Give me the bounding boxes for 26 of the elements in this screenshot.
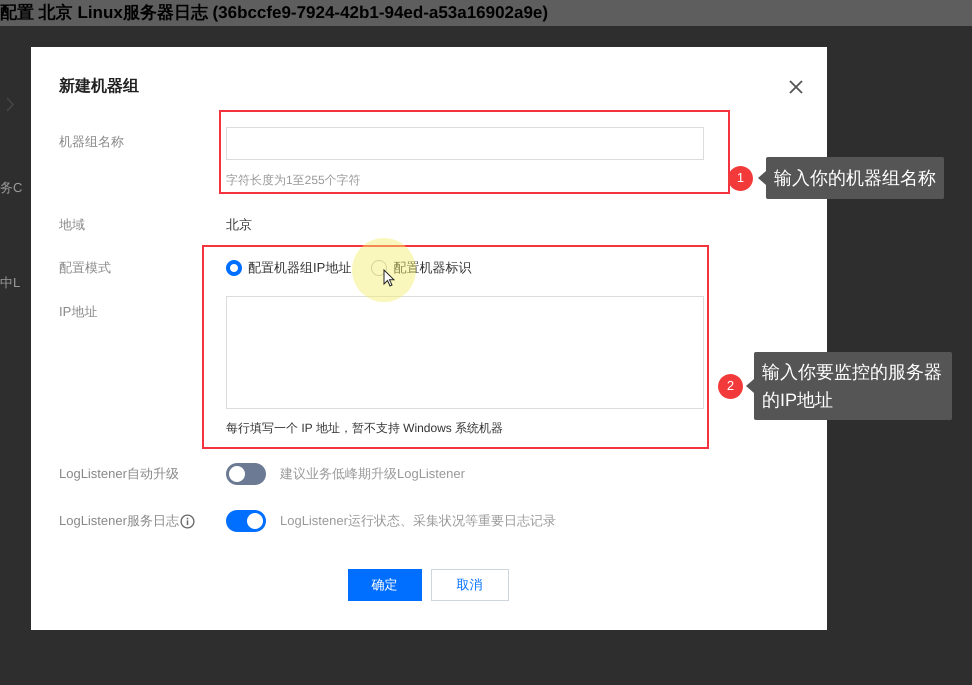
close-icon[interactable]: [789, 80, 803, 94]
field-label: LogListener服务日志: [59, 512, 179, 530]
field-value: 北京: [226, 216, 252, 234]
toggle-switch[interactable]: [226, 463, 266, 485]
field-label: IP地址: [59, 303, 98, 321]
background-text: 中L: [0, 274, 20, 292]
page-title: 配置 北京 Linux服务器日志 (36bccfe9-7924-42b1-94ed-a53a16902a9e): [0, 3, 548, 22]
hint-text: 字符长度为1至255个字符: [226, 172, 362, 188]
pointer-icon: [383, 269, 395, 287]
callout-tooltip: 输入你的机器组名称: [766, 157, 944, 199]
cancel-button[interactable]: 取消: [430, 569, 508, 601]
field-label: LogListener自动升级: [59, 465, 179, 483]
radio-option[interactable]: 配置机器组IP地址: [226, 258, 352, 278]
field-label: 配置模式: [59, 259, 111, 277]
toggle-switch[interactable]: [226, 510, 266, 532]
field-label: 机器组名称: [59, 133, 124, 151]
callout-tooltip: 输入你要监控的服务器的IP地址: [754, 352, 952, 420]
dialog-title: 新建机器组: [59, 77, 139, 97]
confirm-button[interactable]: 确定: [348, 569, 422, 601]
field-label: 地域: [59, 216, 85, 234]
name-input-field[interactable]: [226, 127, 704, 160]
ip-input-field[interactable]: [226, 296, 704, 409]
background-text: 务C: [0, 179, 22, 197]
hint-text: 每行填写一个 IP 地址，暂不支持 Windows 系统机器: [226, 420, 504, 436]
switch-description: LogListener运行状态、采集状况等重要日志记录: [280, 512, 556, 530]
switch-description: 建议业务低峰期升级LogListener: [280, 465, 465, 483]
